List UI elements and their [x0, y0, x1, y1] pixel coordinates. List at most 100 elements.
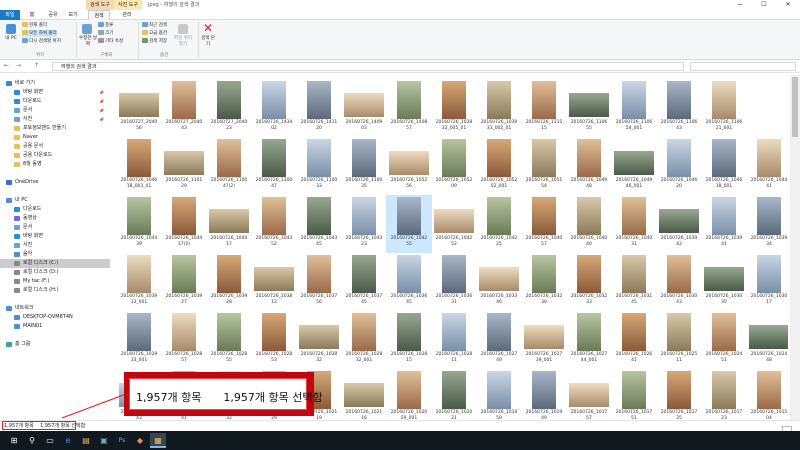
- nav-item[interactable]: 다운로드: [0, 205, 110, 214]
- file-item[interactable]: 20160726_1017 35: [656, 369, 702, 420]
- file-item[interactable]: 20160726_1044 17: [206, 195, 252, 253]
- file-item[interactable]: 20160726_1039 34: [746, 195, 788, 253]
- nav-item[interactable]: 로컬 디스크 (C:): [0, 259, 110, 268]
- kind-button[interactable]: 종류: [98, 22, 113, 29]
- app-icon[interactable]: ◆: [132, 433, 148, 448]
- file-item[interactable]: 20160726_1039 42: [656, 195, 702, 253]
- nav-item[interactable]: 로컬 디스크 (H:): [0, 286, 110, 295]
- nav-item[interactable]: 홈 그룹: [0, 340, 110, 349]
- maximize-button[interactable]: ☐: [752, 0, 776, 10]
- file-item[interactable]: 20160726_1052 56: [386, 137, 432, 195]
- file-item[interactable]: 20160726_1015 04: [746, 369, 788, 420]
- file-item[interactable]: 20160726_1025 11: [656, 311, 702, 369]
- file-item[interactable]: 20160727_2040 23: [206, 79, 252, 137]
- nav-item[interactable]: 포토정보밴드 만들기: [0, 124, 110, 133]
- file-item[interactable]: 20160726_1024 48: [746, 311, 788, 369]
- file-item[interactable]: 20160726_1040 57: [521, 195, 567, 253]
- nav-item[interactable]: 바탕 화면: [0, 232, 110, 241]
- all-subfolders-button[interactable]: 모든 하위 폴더: [22, 30, 57, 37]
- file-item[interactable]: 20160726_1044 41: [746, 137, 788, 195]
- file-item[interactable]: 20160726_1028 53: [251, 311, 297, 369]
- file-item[interactable]: 20160726_1042 52: [431, 195, 477, 253]
- address-bar[interactable]: 여행의 검색 결과: [52, 62, 684, 71]
- nav-item[interactable]: 공용 다운로드: [0, 151, 110, 160]
- size-button[interactable]: 크기: [98, 30, 113, 37]
- file-item[interactable]: 20160726_1044 17(2): [161, 195, 207, 253]
- nav-item[interactable]: My tac (F:): [0, 277, 110, 286]
- file-item[interactable]: 20160726_1042 55: [386, 195, 432, 253]
- file-item[interactable]: 20160726_1028 11: [431, 311, 477, 369]
- file-item[interactable]: 20160726_1101 29: [161, 137, 207, 195]
- date-modified-button[interactable]: 수정한 날짜: [78, 36, 98, 48]
- file-item[interactable]: 20160726_1052 02_001: [476, 137, 522, 195]
- nav-item[interactable]: MAIN01: [0, 322, 110, 331]
- file-item[interactable]: 20160726_1019 59: [476, 369, 522, 420]
- file-item[interactable]: 20160726_1046 20: [656, 137, 702, 195]
- explorer-icon[interactable]: ▤: [78, 433, 94, 448]
- vertical-scrollbar[interactable]: [790, 75, 800, 420]
- nav-item[interactable]: 로컬 디스크 (D:): [0, 268, 110, 277]
- file-item[interactable]: 20160726_1411 20: [296, 79, 342, 137]
- search-input[interactable]: [690, 62, 796, 71]
- up-button[interactable]: ↑: [34, 62, 39, 69]
- tab-file[interactable]: 파일: [0, 10, 20, 20]
- tab-home[interactable]: 홈: [24, 10, 40, 20]
- file-item[interactable]: 20160726_1106 55: [566, 79, 612, 137]
- file-item[interactable]: 20160726_1030 43: [656, 253, 702, 311]
- nav-item[interactable]: 문서 📌: [0, 106, 110, 115]
- file-item[interactable]: 20160726_1036 31: [431, 253, 477, 311]
- nav-item[interactable]: 네트워크: [0, 304, 110, 313]
- current-folder-button[interactable]: 현재 폴더: [22, 22, 47, 29]
- task-view-icon[interactable]: ▭: [42, 433, 58, 448]
- photoshop-icon[interactable]: Ps: [114, 433, 130, 448]
- nav-item[interactable]: DESKTOP-QVM8T4N: [0, 313, 110, 322]
- close-search-button[interactable]: 검색 닫기: [200, 36, 216, 48]
- file-item[interactable]: 20160726_1032 30: [521, 253, 567, 311]
- advanced-options-button[interactable]: 고급 옵션: [142, 30, 167, 37]
- file-item[interactable]: 20160726_1028 55: [206, 311, 252, 369]
- file-item[interactable]: 20160726_1039 28: [206, 253, 252, 311]
- file-item[interactable]: 20160726_1029 33_001: [116, 311, 162, 369]
- file-item[interactable]: 20160726_1039 33_002_01: [476, 79, 522, 137]
- file-item[interactable]: 20160726_1037 45: [341, 253, 387, 311]
- tab-manage[interactable]: 관리: [116, 10, 138, 20]
- recent-searches-button[interactable]: 최근 검색: [142, 22, 167, 29]
- minimize-button[interactable]: —: [728, 0, 752, 10]
- back-button[interactable]: ←: [4, 62, 9, 69]
- store-icon[interactable]: ▣: [96, 433, 112, 448]
- file-item[interactable]: 20160726_1100 47: [251, 137, 297, 195]
- file-item[interactable]: 20160726_1027 49: [476, 311, 522, 369]
- file-item[interactable]: 20160726_1039 27: [161, 253, 207, 311]
- file-item[interactable]: 20160726_1046 18_001: [701, 137, 747, 195]
- file-item[interactable]: 20160726_1106 21_001: [701, 79, 747, 137]
- file-item[interactable]: 20160726_1043 52: [251, 195, 297, 253]
- other-properties-button[interactable]: 기타 속성: [98, 38, 123, 45]
- file-item[interactable]: 20160726_1051 54: [521, 137, 567, 195]
- windows-icon[interactable]: ⊞: [6, 433, 22, 448]
- file-item[interactable]: 20160726_1100 47(2): [206, 137, 252, 195]
- nav-item[interactable]: OneDrive: [0, 178, 110, 187]
- file-item[interactable]: 20160727_2040 56: [116, 79, 162, 137]
- file-item[interactable]: 20160726_1028 32: [296, 311, 342, 369]
- scrollbar-thumb[interactable]: [792, 77, 798, 137]
- file-item[interactable]: 20160726_1032 33: [566, 253, 612, 311]
- file-item[interactable]: 20160726_1434 02: [251, 79, 297, 137]
- nav-item[interactable]: 바탕 화면 📌: [0, 88, 110, 97]
- file-item[interactable]: 20160726_1115 15: [521, 79, 567, 137]
- file-item[interactable]: 20160726_1033 46: [476, 253, 522, 311]
- file-item[interactable]: 20160726_1028 57: [161, 311, 207, 369]
- file-item[interactable]: 20160726_1031 45: [611, 253, 657, 311]
- open-file-location-button[interactable]: 파일 위치 열기: [172, 36, 194, 48]
- file-item[interactable]: 20160726_1106 54_001: [611, 79, 657, 137]
- this-pc-button[interactable]: 내 PC: [3, 36, 19, 42]
- search-again-button[interactable]: 다시 검색할 위치: [22, 38, 61, 45]
- save-search-button[interactable]: 검색 저장: [142, 38, 167, 45]
- file-item[interactable]: 20160726_1036 45: [386, 253, 432, 311]
- nav-item[interactable]: 사진: [0, 241, 110, 250]
- file-item[interactable]: 20160726_1037 56: [296, 253, 342, 311]
- file-item[interactable]: 20160726_1017 23: [701, 369, 747, 420]
- file-item[interactable]: 20160726_1039 41: [701, 195, 747, 253]
- file-item[interactable]: 20160726_1408 57: [386, 79, 432, 137]
- file-item[interactable]: 20160726_1020 21: [431, 369, 477, 420]
- file-item[interactable]: 20160726_1039 33_001: [116, 253, 162, 311]
